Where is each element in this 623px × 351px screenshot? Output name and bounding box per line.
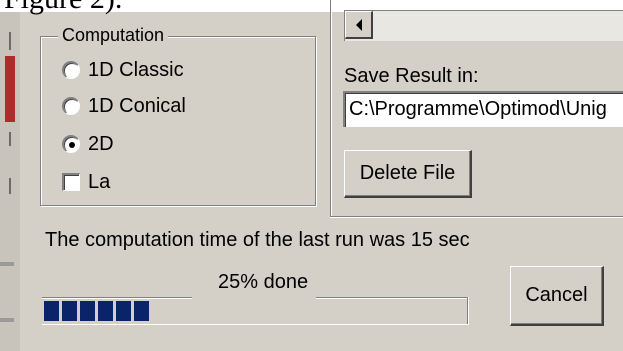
- progress-block: [80, 301, 95, 321]
- radio-label: 1D Conical: [88, 95, 186, 117]
- left-edge-mark: [0, 318, 14, 322]
- radio-circle[interactable]: [62, 97, 80, 115]
- radio-label: 2D: [88, 133, 114, 155]
- progress-label: 25% done: [218, 271, 309, 293]
- computation-legend: Computation: [58, 24, 169, 46]
- document-heading-cropped: Figure 2).: [4, 0, 122, 14]
- left-edge-mark: [0, 262, 14, 266]
- progress-frame-line: [467, 297, 468, 325]
- horizontal-scrollbar[interactable]: [344, 10, 623, 41]
- checkbox-box[interactable]: [62, 173, 80, 191]
- progress-block: [44, 301, 59, 321]
- progress-frame-line: [42, 297, 192, 298]
- scroll-left-button[interactable]: [345, 11, 373, 39]
- cancel-button[interactable]: Cancel: [510, 266, 604, 326]
- checkbox-label: La: [88, 171, 111, 193]
- left-edge-red-mark: [5, 56, 15, 122]
- progress-block: [62, 301, 77, 321]
- progress-fill: [44, 300, 149, 322]
- progress-bar: [44, 300, 464, 322]
- left-edge-mark: [9, 178, 11, 194]
- radio-label: 1D Classic: [88, 59, 184, 81]
- computation-time-status: The computation time of the last run was…: [45, 229, 470, 251]
- radio-selected-dot: [69, 142, 75, 148]
- left-edge-mark: [9, 32, 11, 50]
- progress-block: [98, 301, 113, 321]
- radio-circle[interactable]: [62, 61, 80, 79]
- progress-frame-line: [316, 297, 468, 298]
- progress-block: [134, 301, 149, 321]
- radio-circle[interactable]: [62, 135, 80, 153]
- progress-block: [116, 301, 131, 321]
- delete-file-button[interactable]: Delete File: [344, 150, 472, 198]
- arrow-left-icon: [355, 18, 362, 31]
- left-edge-mark: [9, 132, 11, 146]
- save-path-field[interactable]: C:\Programme\Optimod\Unig: [343, 91, 623, 127]
- save-result-label: Save Result in:: [344, 65, 479, 87]
- progress-frame-line: [42, 324, 468, 325]
